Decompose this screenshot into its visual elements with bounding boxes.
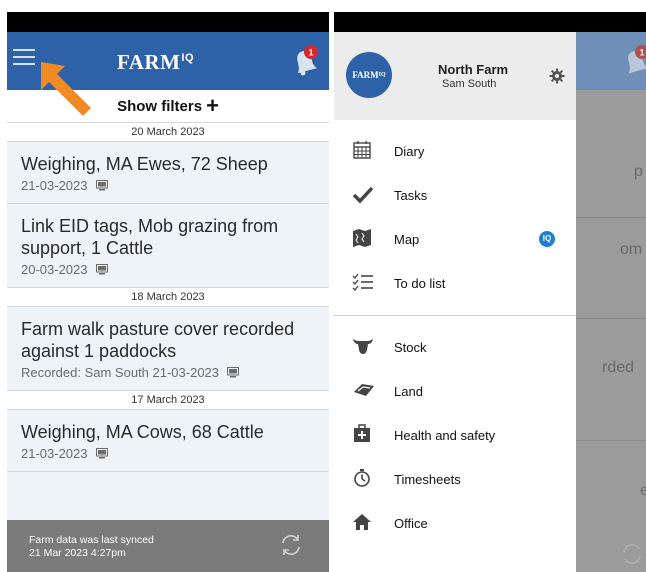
menu-item-health-and-safety[interactable]: Health and safety — [334, 413, 576, 457]
notification-count: 1 — [639, 48, 644, 58]
feed-item-title: Weighing, MA Ewes, 72 Sheep — [21, 154, 268, 174]
logo-sup: IQ — [181, 52, 195, 64]
ghost-text: rded — [602, 359, 635, 376]
feed-item[interactable]: Link EID tags, Mob grazing from support,… — [7, 204, 329, 288]
notification-bell-icon[interactable]: 1 — [291, 44, 319, 78]
menu-item-timesheets[interactable]: Timesheets — [334, 457, 576, 501]
first-aid-icon — [352, 424, 374, 446]
menu-item-label: Office — [394, 515, 428, 531]
notification-bell-icon: 1 — [628, 45, 646, 74]
menu-icon[interactable] — [13, 46, 35, 70]
notification-count: 1 — [308, 48, 313, 58]
menu-item-tasks[interactable]: Tasks — [334, 173, 576, 217]
feed-item-meta: Recorded: Sam South 21-03-2023 — [21, 365, 317, 380]
menu-item-land[interactable]: Land — [334, 369, 576, 413]
desktop-icon — [95, 180, 108, 191]
menu-item-diary[interactable]: Diary — [334, 129, 576, 173]
menu-item-label: Stock — [394, 339, 427, 355]
desktop-icon — [227, 367, 240, 378]
menu-item-label: Health and safety — [394, 427, 496, 443]
land-icon — [352, 380, 374, 402]
map-icon — [352, 228, 374, 250]
ghost-text: p — [634, 163, 643, 180]
sync-icon[interactable] — [279, 533, 303, 557]
activity-feed: 20 March 2023 Weighing, MA Ewes, 72 Sheep… — [7, 123, 329, 472]
feed-screen: FARMIQ 1 Show filters + 20 March 2023 Weig… — [7, 12, 329, 572]
cow-icon — [352, 336, 374, 358]
feed-item-meta: 20-03-2023 — [21, 262, 317, 277]
menu-item-label: Timesheets — [394, 471, 461, 487]
iq-badge: IQ — [539, 231, 555, 247]
menu-item-label: To do list — [394, 275, 446, 291]
feed-item-meta: 21-03-2023 — [21, 446, 317, 461]
feed-item-meta: 21-03-2023 — [21, 178, 317, 193]
menu-divider — [334, 315, 576, 316]
menu-item-stock[interactable]: Stock — [334, 325, 576, 369]
check-icon — [352, 184, 374, 206]
menu-item-to-do-list[interactable]: To do list — [334, 261, 576, 305]
ghost-text: om — [620, 241, 643, 258]
menu-item-label: Map — [394, 231, 420, 247]
date-header: 20 March 2023 — [7, 123, 329, 142]
logo-text: FARM — [117, 50, 181, 74]
feed-item-title: Weighing, MA Cows, 68 Cattle — [21, 422, 264, 442]
sync-icon — [623, 544, 641, 564]
arrow-pointer-icon — [41, 62, 91, 116]
feed-item[interactable]: Farm walk pasture cover recorded against… — [7, 307, 329, 391]
app-logo: FARMIQ — [117, 50, 194, 75]
farm-logo: FARM IQ — [346, 52, 392, 98]
drawer-header: FARM IQ North Farm Sam South — [334, 32, 576, 120]
feed-item[interactable]: Weighing, MA Ewes, 72 Sheep 21-03-2023 — [7, 142, 329, 204]
sync-time: 21 Mar 2023 4:27pm — [29, 547, 126, 559]
feed-item[interactable]: Weighing, MA Cows, 68 Cattle 21-03-2023 — [7, 410, 329, 472]
user-name: Sam South — [442, 78, 497, 90]
filters-label: Show filters — [117, 97, 203, 115]
gear-icon[interactable] — [549, 68, 565, 84]
desktop-icon — [95, 264, 108, 275]
navigation-drawer: FARM IQ North Farm Sam South Diary Tasks Ma… — [334, 32, 576, 572]
feed-item-title: Link EID tags, Mob grazing from support,… — [21, 216, 279, 258]
menu-item-label: Tasks — [394, 187, 428, 203]
menu-item-office[interactable]: Office — [334, 501, 576, 545]
sync-text: Farm data was last synced — [29, 534, 154, 546]
stopwatch-icon — [352, 468, 374, 490]
farm-name[interactable]: North Farm — [438, 62, 508, 77]
menu-item-label: Diary — [394, 143, 425, 159]
ghost-text: e — [640, 482, 646, 499]
calendar-icon — [352, 140, 374, 162]
home-icon — [352, 512, 374, 534]
date-header: 18 March 2023 — [7, 288, 329, 307]
status-bar — [334, 12, 646, 32]
menu-group-primary: Diary Tasks Map IQ To do list — [334, 129, 576, 305]
feed-item-title: Farm walk pasture cover recorded against… — [21, 319, 295, 361]
date-header: 17 March 2023 — [7, 391, 329, 410]
menu-group-secondary: Stock Land Health and safety Timesheets Offi… — [334, 325, 576, 545]
plus-icon: + — [206, 93, 219, 118]
status-bar — [7, 12, 329, 32]
desktop-icon — [95, 448, 108, 459]
checklist-icon — [352, 272, 374, 294]
menu-item-label: Land — [394, 383, 423, 399]
menu-screen: 1 p om rded e FARM IQ North Farm Sam Sout… — [334, 12, 646, 572]
sync-bar: Farm data was last synced 21 Mar 2023 4:2… — [7, 520, 329, 572]
menu-item-map[interactable]: Map IQ — [334, 217, 576, 261]
